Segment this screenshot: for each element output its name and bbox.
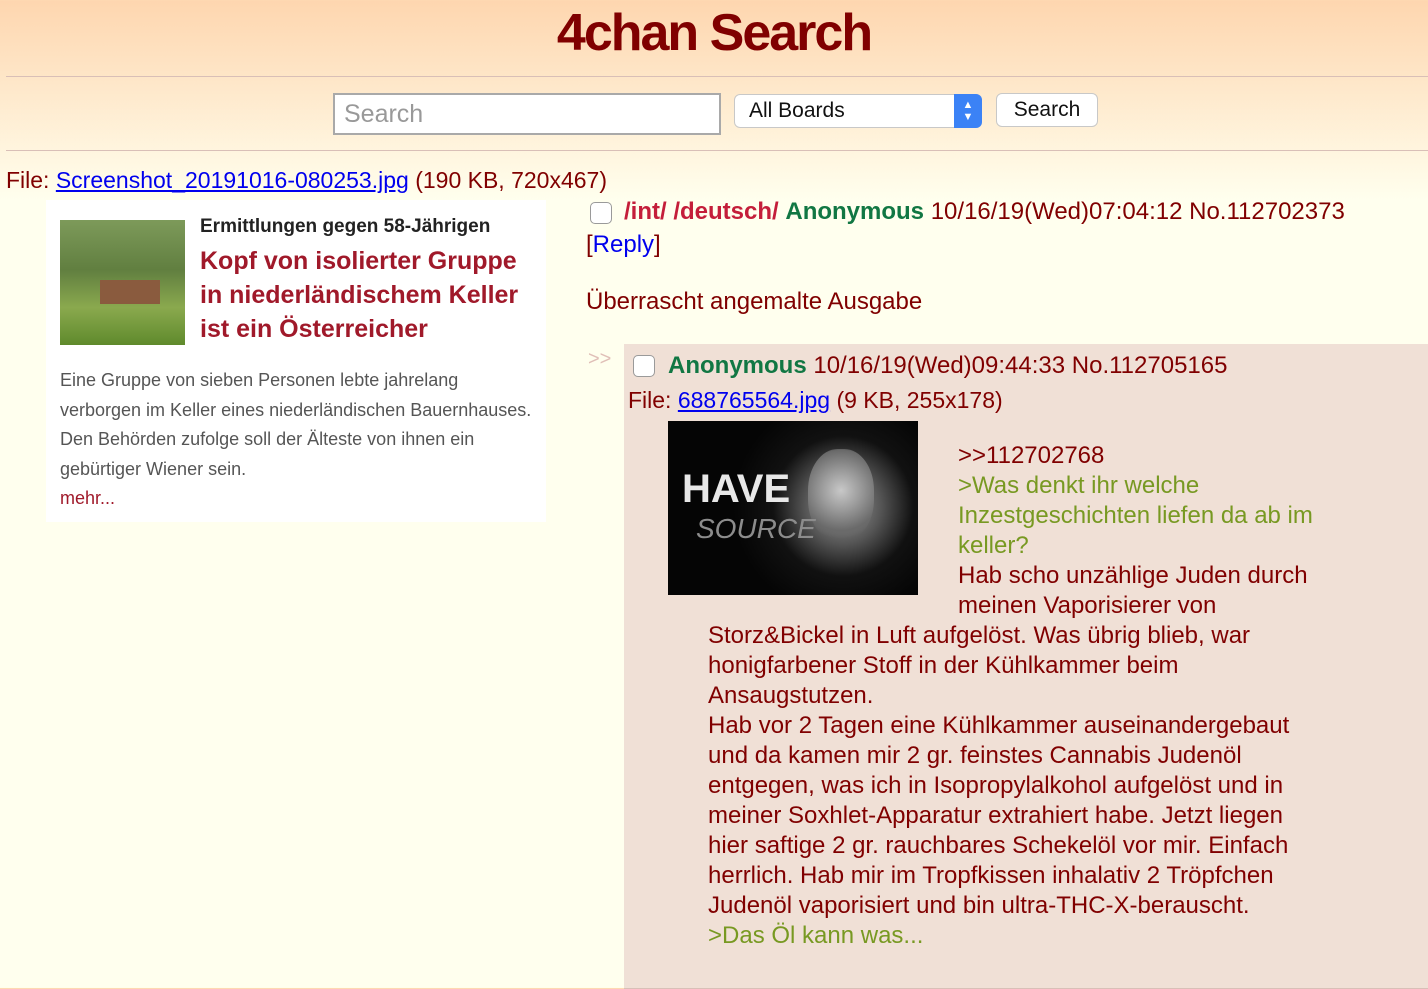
reply-link-wrapper: [Reply] — [586, 231, 661, 258]
reply-thumbnail[interactable]: HAVE SOURCE — [668, 421, 918, 595]
thumb-headline: Kopf von isolierter Gruppe in niederländ… — [200, 247, 519, 343]
op-file-info: File: Screenshot_20191016-080253.jpg (19… — [6, 167, 607, 193]
divider — [6, 76, 1428, 77]
board-select-value: All Boards — [749, 99, 845, 122]
divider — [6, 150, 1428, 151]
message-line: Ansaugstutzen. — [708, 682, 874, 709]
search-input[interactable] — [333, 93, 721, 135]
board-select[interactable]: All Boards ▲ ▼ — [734, 94, 982, 128]
reply-file-link[interactable]: 688765564.jpg — [678, 387, 830, 413]
chevron-updown-icon: ▲ ▼ — [954, 94, 982, 128]
poster-name: Anonymous — [785, 198, 925, 225]
greentext-line: keller? — [958, 532, 1029, 559]
post-number[interactable]: No.112705165 — [1072, 352, 1228, 379]
reply-checkbox[interactable] — [633, 355, 655, 377]
message-line: entgegen, was ich in Isopropylalkohol au… — [708, 772, 1284, 799]
reply-arrows: >> — [588, 348, 612, 370]
reply-post-info: Anonymous 10/16/19(Wed)09:44:33 No.11270… — [668, 352, 1227, 380]
message-line: meiner Soxhlet-Apparatur extrahiert habe… — [708, 802, 1283, 829]
poster-name: Anonymous — [668, 352, 807, 379]
op-file-link[interactable]: Screenshot_20191016-080253.jpg — [56, 167, 409, 193]
message-line: und da kamen mir 2 gr. feinstes Cannabis… — [708, 742, 1242, 769]
greentext-line: >Was denkt ihr welche — [958, 472, 1200, 499]
thumb-kicker: Ermittlungen gegen 58-Jährigen — [200, 216, 491, 237]
reply-file-info: File: 688765564.jpg (9 KB, 255x178) — [628, 387, 1003, 413]
message-line: meinen Vaporisierer von — [958, 592, 1217, 619]
reply-message-bottom: Storz&Bickel in Luft aufgelöst. Was übri… — [708, 621, 1289, 951]
message-line: Storz&Bickel in Luft aufgelöst. Was übri… — [708, 622, 1251, 649]
reply-message-top: >>112702768 >Was denkt ihr welche Inzest… — [958, 441, 1313, 621]
thumb-teaser: Eine Gruppe von sieben Personen lebte ja… — [60, 370, 532, 508]
message-line: Judenöl vaporisiert und bin ultra-THC-X-… — [708, 892, 1250, 919]
greentext-line: Inzestgeschichten liefen da ab im — [958, 502, 1313, 529]
quote-link[interactable]: >>112702768 — [958, 442, 1104, 469]
einstein-image — [808, 449, 874, 541]
reply-link[interactable]: Reply — [593, 231, 654, 258]
board-link-int[interactable]: /int/ — [624, 198, 667, 225]
greentext-line: >Das Öl kann was... — [708, 922, 924, 949]
search-button[interactable]: Search — [996, 93, 1098, 127]
post-datetime: 10/16/19(Wed)07:04:12 — [930, 198, 1183, 225]
message-line: Hab vor 2 Tagen eine Kühlkammer auseinan… — [708, 712, 1290, 739]
message-line: Hab scho unzählige Juden durch — [958, 562, 1308, 589]
message-line: honigfarbener Stoff in der Kühlkammer be… — [708, 652, 1179, 679]
op-checkbox[interactable] — [590, 202, 612, 224]
message-line: hier saftige 2 gr. rauchbares Schekelöl … — [708, 832, 1289, 859]
op-post-info: /int/ /deutsch/ Anonymous 10/16/19(Wed)0… — [624, 198, 1345, 226]
thumb-text-have: HAVE — [682, 467, 791, 511]
post-number[interactable]: No.112702373 — [1189, 198, 1345, 225]
op-message: Überrascht angemalte Ausgabe — [586, 288, 923, 315]
op-thumbnail[interactable]: Ermittlungen gegen 58-Jährigen Kopf von … — [46, 200, 546, 522]
page-title: 4chan Search — [556, 4, 873, 62]
search-bar: All Boards ▲▼ Search — [0, 92, 1428, 138]
post-datetime: 10/16/19(Wed)09:44:33 — [813, 352, 1066, 379]
board-link-deutsch[interactable]: /deutsch/ — [673, 198, 778, 225]
thumbnail-photo — [60, 220, 185, 345]
message-line: herrlich. Hab mir im Tropfkissen inhalat… — [708, 862, 1274, 889]
thumb-text-source: SOURCE — [696, 513, 816, 544]
